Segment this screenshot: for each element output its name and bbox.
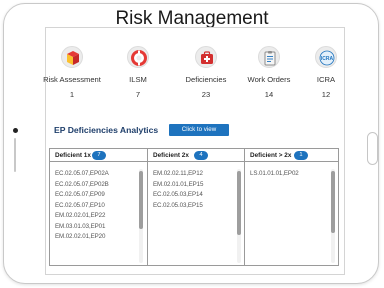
- panel-title: Deficient 1x: [55, 152, 91, 159]
- analytics-header: EP Deficiencies Analytics Click to view: [54, 124, 334, 138]
- list-item[interactable]: LS.01.01.01,EP02: [250, 170, 299, 181]
- lifebuoy-icon: [127, 46, 149, 68]
- module-risk-assessment[interactable]: Risk Assessment 1: [36, 46, 108, 99]
- list-item[interactable]: EC.02.05.03,EP14: [153, 191, 203, 202]
- ep-list: EM.02.02.11,EP12 EM.02.01.01,EP15 EC.02.…: [153, 170, 203, 212]
- module-label: ILSM: [129, 75, 147, 84]
- panel-deficient-1x: Deficient 1x 7 EC.02.05.07,EP02A EC.02.0…: [50, 149, 147, 265]
- module-deficiencies[interactable]: Deficiencies 23: [170, 46, 242, 99]
- scrollbar[interactable]: [331, 169, 335, 263]
- list-item[interactable]: EM.02.02.01,EP22: [55, 212, 109, 223]
- tablet-side-slot: [14, 138, 16, 172]
- icra-icon: ICRA: [315, 46, 337, 68]
- panel-title: Deficient 2x: [153, 152, 189, 159]
- scroll-thumb[interactable]: [237, 171, 241, 235]
- scroll-thumb[interactable]: [331, 171, 335, 233]
- module-count: 23: [201, 90, 211, 99]
- module-icra[interactable]: ICRA ICRA 12: [290, 46, 362, 99]
- count-badge: 1: [294, 151, 308, 160]
- panel-header: Deficient 1x 7: [50, 149, 147, 162]
- list-item[interactable]: EM.02.01.01,EP15: [153, 181, 203, 192]
- deficiency-panels: Deficient 1x 7 EC.02.05.07,EP02A EC.02.0…: [49, 148, 339, 266]
- count-badge: 7: [92, 151, 106, 160]
- list-item[interactable]: EC.02.05.07,EP02A: [55, 170, 109, 181]
- module-row: Risk Assessment 1 ILSM 7 Deficiencies 23…: [43, 46, 346, 126]
- module-label: Deficiencies: [185, 75, 227, 84]
- scroll-thumb[interactable]: [139, 171, 143, 229]
- first-aid-kit-icon: [195, 46, 217, 68]
- svg-text:ICRA: ICRA: [321, 56, 334, 62]
- list-item[interactable]: EC.02.05.07,EP10: [55, 202, 109, 213]
- camera-icon: [13, 128, 18, 133]
- app-screen: Risk Assessment 1 ILSM 7 Deficiencies 23…: [43, 27, 346, 275]
- ep-list: LS.01.01.01,EP02: [250, 170, 299, 181]
- scrollbar[interactable]: [237, 169, 241, 263]
- list-item[interactable]: EM.02.02.11,EP12: [153, 170, 203, 181]
- module-label: ICRA: [316, 75, 336, 84]
- module-ilsm[interactable]: ILSM 7: [102, 46, 174, 99]
- panel-deficient-gt-2x: Deficient > 2x 1 LS.01.01.01,EP02: [244, 149, 338, 265]
- module-count: 1: [69, 90, 75, 99]
- panel-deficient-2x: Deficient 2x 4 EM.02.02.11,EP12 EM.02.01…: [147, 149, 244, 265]
- count-badge: 4: [194, 151, 208, 160]
- list-item[interactable]: EC.02.05.03,EP15: [153, 202, 203, 213]
- ep-list: EC.02.05.07,EP02A EC.02.05.07,EP02B EC.0…: [55, 170, 109, 244]
- list-item[interactable]: EC.02.05.07,EP09: [55, 191, 109, 202]
- scrollbar[interactable]: [139, 169, 143, 263]
- analytics-title: EP Deficiencies Analytics: [54, 125, 159, 135]
- module-count: 12: [321, 90, 331, 99]
- panel-title: Deficient > 2x: [250, 152, 292, 159]
- list-item[interactable]: EC.02.05.07,EP02B: [55, 181, 109, 192]
- risk-assessment-icon: [61, 46, 83, 68]
- list-item[interactable]: EM.02.02.01,EP20: [55, 233, 109, 244]
- module-count: 7: [135, 90, 141, 99]
- click-to-view-button[interactable]: Click to view: [169, 124, 229, 136]
- home-button[interactable]: [367, 132, 378, 165]
- panel-header: Deficient 2x 4: [148, 149, 244, 162]
- module-label: Risk Assessment: [43, 75, 101, 84]
- panel-header: Deficient > 2x 1: [245, 149, 338, 162]
- list-item[interactable]: EM.03.01.03,EP01: [55, 223, 109, 234]
- clipboard-icon: [258, 46, 280, 68]
